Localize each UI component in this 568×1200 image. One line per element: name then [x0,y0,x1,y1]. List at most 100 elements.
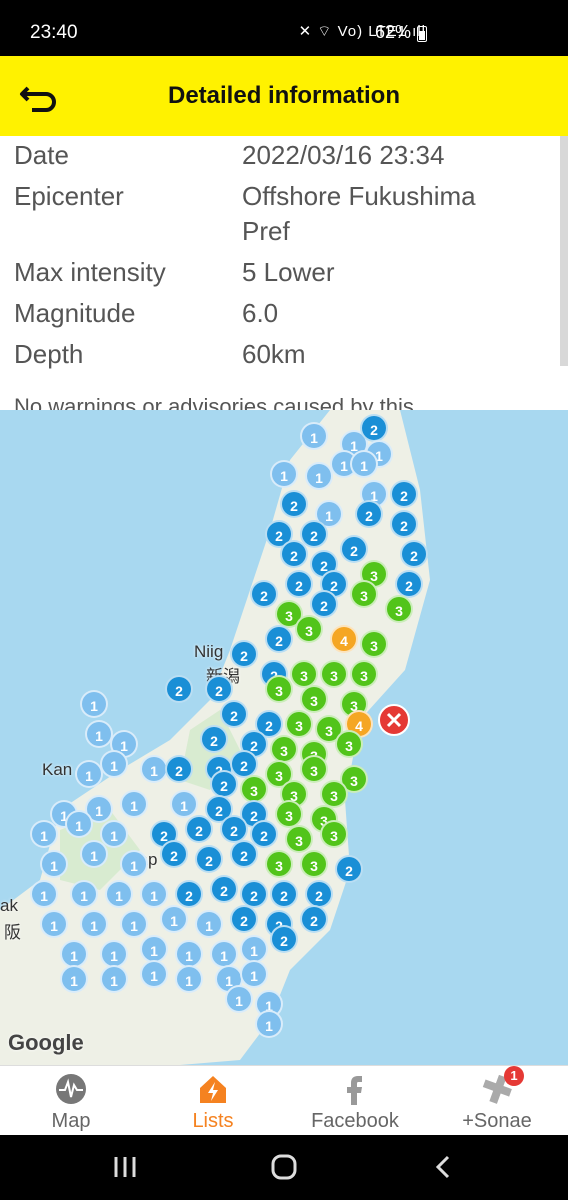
intensity-marker[interactable]: 2 [280,540,308,568]
intensity-marker[interactable]: 2 [195,845,223,873]
intensity-marker[interactable]: 1 [105,880,133,908]
intensity-marker[interactable]: 1 [240,960,268,988]
intensity-marker[interactable]: 1 [65,810,93,838]
intensity-marker[interactable]: 3 [270,735,298,763]
intensity-marker[interactable]: 1 [30,880,58,908]
intensity-marker[interactable]: 3 [360,630,388,658]
intensity-marker[interactable]: 2 [390,510,418,538]
intensity-marker[interactable]: 1 [350,450,378,478]
nav-sonae[interactable]: +Sonae [426,1066,568,1136]
intensity-marker[interactable]: 2 [285,570,313,598]
home-icon[interactable] [270,1153,298,1181]
intensity-marker[interactable]: 2 [270,880,298,908]
intensity-marker[interactable]: 1 [195,910,223,938]
intensity-marker[interactable]: 1 [140,935,168,963]
intensity-marker[interactable]: 3 [290,660,318,688]
intensity-marker[interactable]: 3 [350,660,378,688]
intensity-marker[interactable]: 1 [80,690,108,718]
intensity-marker[interactable]: 2 [165,755,193,783]
intensity-marker[interactable]: 1 [225,985,253,1013]
intensity-marker[interactable]: 2 [230,905,258,933]
intensity-marker[interactable]: 2 [310,590,338,618]
intensity-marker[interactable]: 2 [220,700,248,728]
intensity-marker[interactable]: 1 [120,850,148,878]
intensity-marker[interactable]: 1 [140,880,168,908]
intensity-marker[interactable]: 1 [140,960,168,988]
intensity-marker[interactable]: 3 [300,755,328,783]
intensity-marker[interactable]: 1 [140,755,168,783]
intensity-marker[interactable]: 3 [335,730,363,758]
intensity-marker[interactable]: 2 [305,880,333,908]
intensity-map[interactable]: Niig 新潟 Kan Jap ak 阪 1121111121122222222… [0,410,568,1065]
intensity-marker[interactable]: 1 [80,840,108,868]
intensity-marker[interactable]: 1 [80,910,108,938]
intensity-marker[interactable]: 1 [240,935,268,963]
intensity-marker[interactable]: 2 [165,675,193,703]
epicenter-x-icon[interactable] [378,704,410,736]
intensity-marker[interactable]: 3 [265,675,293,703]
intensity-marker[interactable]: 1 [100,940,128,968]
intensity-marker[interactable]: 1 [175,965,203,993]
intensity-marker[interactable]: 2 [280,490,308,518]
intensity-marker[interactable]: 1 [30,820,58,848]
intensity-marker[interactable]: 1 [305,462,333,490]
intensity-marker[interactable]: 1 [120,790,148,818]
intensity-marker[interactable]: 3 [240,775,268,803]
intensity-marker[interactable]: 1 [40,910,68,938]
intensity-marker[interactable]: 3 [265,850,293,878]
intensity-marker[interactable]: 2 [390,480,418,508]
intensity-marker[interactable]: 1 [60,965,88,993]
intensity-marker[interactable]: 2 [210,770,238,798]
intensity-marker[interactable]: 3 [350,580,378,608]
intensity-marker[interactable]: 3 [320,820,348,848]
intensity-marker[interactable]: 3 [275,800,303,828]
intensity-marker[interactable]: 1 [270,460,298,488]
intensity-marker[interactable]: 2 [205,675,233,703]
intensity-marker[interactable]: 3 [320,780,348,808]
intensity-marker[interactable]: 1 [100,965,128,993]
intensity-marker[interactable]: 3 [285,825,313,853]
nav-facebook[interactable]: Facebook [284,1066,426,1136]
intensity-marker[interactable]: 1 [85,720,113,748]
intensity-marker[interactable]: 1 [170,790,198,818]
intensity-marker[interactable]: 1 [40,850,68,878]
intensity-marker[interactable]: 2 [185,815,213,843]
intensity-marker[interactable]: 2 [210,875,238,903]
intensity-marker[interactable]: 3 [285,710,313,738]
back-icon[interactable] [432,1153,454,1181]
intensity-marker[interactable]: 2 [355,500,383,528]
intensity-marker[interactable]: 3 [300,850,328,878]
intensity-marker[interactable]: 1 [210,940,238,968]
intensity-marker[interactable]: 2 [175,880,203,908]
intensity-marker[interactable]: 3 [320,660,348,688]
intensity-marker[interactable]: 3 [295,615,323,643]
intensity-marker[interactable]: 3 [385,595,413,623]
intensity-marker[interactable]: 1 [100,750,128,778]
intensity-marker[interactable]: 1 [175,940,203,968]
intensity-marker[interactable]: 2 [335,855,363,883]
intensity-marker[interactable]: 1 [255,1010,283,1038]
intensity-marker[interactable]: 1 [300,422,328,450]
intensity-marker[interactable]: 1 [70,880,98,908]
intensity-marker[interactable]: 2 [395,570,423,598]
intensity-marker[interactable]: 2 [240,880,268,908]
nav-map[interactable]: Map [0,1066,142,1136]
intensity-marker[interactable]: 1 [60,940,88,968]
intensity-marker[interactable]: 2 [300,905,328,933]
intensity-marker[interactable]: 1 [75,760,103,788]
nav-lists[interactable]: Lists [142,1066,284,1136]
intensity-marker[interactable]: 1 [120,910,148,938]
detail-panel[interactable]: Date 2022/03/16 23:34 Epicenter Offshore… [0,136,568,410]
intensity-marker[interactable]: 2 [230,640,258,668]
intensity-marker[interactable]: 2 [250,580,278,608]
intensity-marker[interactable]: 2 [265,625,293,653]
intensity-marker[interactable]: 2 [360,414,388,442]
intensity-marker[interactable]: 2 [400,540,428,568]
recent-apps-icon[interactable] [112,1153,138,1181]
intensity-marker[interactable]: 2 [340,535,368,563]
intensity-marker[interactable]: 4 [330,625,358,653]
intensity-marker[interactable]: 2 [270,925,298,953]
intensity-marker[interactable]: 2 [160,840,188,868]
intensity-marker[interactable]: 2 [230,840,258,868]
intensity-marker[interactable]: 2 [200,725,228,753]
